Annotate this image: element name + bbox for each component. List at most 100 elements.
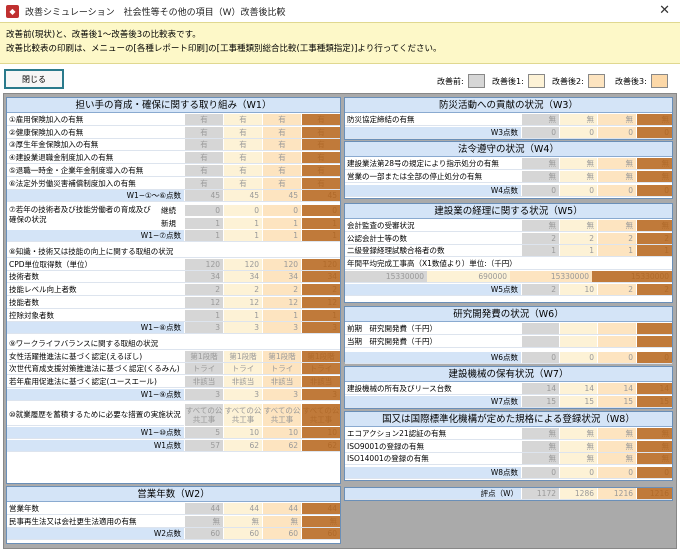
value-cell-2: 無 [597, 114, 636, 125]
value-cell-0: 無 [184, 515, 223, 527]
value-cell-3: 2 [636, 283, 672, 295]
info-line-2: 改善比較表の印刷は、メニューの[各種レポート印刷]の[工事種類別総合比較(工事種… [6, 44, 442, 54]
row-label: ④建設業退職金制度加入の有無 [9, 153, 114, 163]
w5-title: 建設業の経理に関する状況（W5） [345, 204, 672, 219]
w1-title: 担い手の育成・確保に関する取り組み（W1） [7, 98, 340, 113]
w1-item-row: ④建設業退職金制度加入の有無有有有有 [7, 152, 340, 165]
legend-before-swatch [467, 74, 485, 88]
row-label: W1点数 [153, 441, 181, 451]
value-cell-2: 0 [597, 467, 636, 479]
row-label: 営業年数 [9, 504, 39, 513]
row-label: 建設機械の所有及びリース台数 [347, 384, 452, 393]
value-cell-1: 62 [223, 440, 262, 452]
value-cell-0: 45 [184, 190, 223, 202]
w1-wakate-row: 1 1 1 1 新規 [7, 217, 340, 230]
w5-item-row: 公認会計士等の数 2 2 2 2 [345, 232, 672, 245]
close-button[interactable]: 閉じる [4, 69, 64, 89]
row-label: W4点数 [490, 186, 518, 196]
value-cell-3: 1216 [636, 488, 672, 499]
value-cell-0: 有 [184, 139, 223, 151]
info-line-1: 改善前(現状)と、改善後1〜改善後3の比較表です。 [6, 30, 201, 40]
value-cell-1: 3 [223, 322, 262, 334]
w8-total-row: W8点数 0 0 0 0 [345, 467, 672, 480]
w2-title: 営業年数（W2） [7, 487, 340, 502]
row-label: ISO9001の登録の有無 [347, 441, 424, 451]
window-close-icon[interactable]: ✕ [659, 3, 670, 18]
legend-after2-label: 改善後2: [552, 76, 584, 86]
row-label: 当期 研究開発費（千円） [347, 336, 437, 346]
value-cell-1: 有 [223, 152, 262, 164]
w3-title: 防災活動への貢献の状況（W3） [345, 98, 672, 113]
value-cell-0: 60 [184, 528, 223, 540]
w1-wakate-sublabel: 新規 [161, 219, 176, 229]
w8-panel: 国又は国際標準化機構が定めた規格による登録状況（W8） エコアクション21認証の… [344, 411, 673, 481]
value-cell-2: 12 [262, 296, 301, 308]
value-cell-2: 有 [262, 177, 301, 189]
value-cell-2: 無 [597, 158, 636, 169]
value-cell-0: 2 [521, 232, 559, 244]
value-cell-2: 無 [597, 428, 636, 439]
row-label: W1−①〜⑥点数 [126, 191, 181, 201]
value-cell-2: 有 [262, 126, 301, 138]
row-label: W6点数 [490, 353, 518, 363]
value-cell-1 [559, 335, 597, 347]
row-label: W7点数 [490, 396, 518, 406]
w1-sum8-row: W1−⑧点数 3 3 3 3 [7, 322, 340, 335]
value-cell-1: 1286 [559, 488, 597, 499]
value-cell-3: 62 [301, 440, 340, 452]
w1-item-row: ⑥法定外労働災害補償制度加入の有無有有有有 [7, 177, 340, 190]
w7-panel: 建設機械の保有状況（W7） 建設機械の所有及びリース台数 14 14 14 14 W7点数… [344, 366, 673, 409]
value-cell-3: 2 [636, 232, 672, 244]
value-cell-1: 0 [559, 126, 597, 138]
value-cell-2: 0 [597, 126, 636, 138]
value-cell-2: 45 [262, 190, 301, 202]
w1-wakate-row: 0 0 0 0 継続 [7, 204, 340, 217]
w8-item-row: ISO14001の登録の有無無無無無 [345, 453, 672, 466]
w5-panel: 建設業の経理に関する状況（W5） 会計監査の受審状況無無無無公認会計士等の数 2 2… [344, 203, 673, 303]
value-cell-2: 1 [262, 217, 301, 229]
value-cell-2: 無 [597, 170, 636, 182]
value-cell-0: 120 [184, 258, 223, 270]
legend-after1-label: 改善後1: [492, 76, 524, 86]
w1-panel: 担い手の育成・確保に関する取り組み（W1） ①雇用保険加入の有無有有有有 ②健康保… [6, 97, 341, 484]
value-cell-3: 無 [636, 440, 672, 452]
value-cell-3: 1 [301, 217, 340, 229]
legend-after1-swatch [527, 74, 545, 88]
value-cell-3: 有 [301, 152, 340, 164]
row-label: W3点数 [490, 127, 518, 137]
w2-item-row: 営業年数 44 44 44 44 [7, 503, 340, 515]
row-label: ⑥法定外労働災害補償制度加入の有無 [9, 178, 136, 188]
legend-after2: 改善後2: [552, 73, 605, 89]
value-cell-3: 無 [636, 453, 672, 465]
w1-wlb-row: 次世代育成支援対策推進法に基づく認定(くるみん) トライ トライ トライ トライ [7, 363, 340, 376]
legend-after3-swatch [650, 74, 668, 88]
value-cell-3 [636, 323, 672, 334]
value-cell-2: 0 [597, 352, 636, 364]
value-cell-3: 無 [636, 428, 672, 439]
w5-item-row: 二級登録経理試験合格者の数 1 1 1 1 [345, 245, 672, 258]
row-label: W8点数 [490, 468, 518, 478]
value-cell-0: 有 [184, 177, 223, 189]
legend-before: 改善前: [437, 73, 485, 89]
w2-item-row: 民事再生法又は会社更生法適用の有無無無無無 [7, 515, 340, 528]
value-cell-3: トライ [301, 363, 340, 375]
value-cell-0: トライ [184, 363, 223, 375]
value-cell-3: 12 [301, 296, 340, 308]
w4-item-row: 建設業法第28号の規定により指示処分の有無無無無無 [345, 158, 672, 170]
value-cell-2: 14 [597, 383, 636, 394]
value-cell-1: 1 [559, 245, 597, 257]
w3-panel: 防災活動への貢献の状況（W3） 防災協定締結の有無無無無無 W3点数 0 0 0 0 [344, 97, 673, 140]
w2-panel: 営業年数（W2） 営業年数 44 44 44 44 民事再生法又は会社更生法適用の有無無無… [6, 486, 341, 544]
value-cell-2: 1 [262, 230, 301, 242]
value-cell-0: 無 [521, 220, 559, 231]
value-cell-3: 14 [636, 383, 672, 394]
row-label: 民事再生法又は会社更生法適用の有無 [9, 516, 137, 526]
w5-total-row: W5点数 2 10 2 2 [345, 283, 672, 296]
w5-item-row: 会計監査の受審状況無無無無 [345, 220, 672, 232]
row-label: W1−⑨点数 [140, 389, 181, 399]
value-cell-2: 1216 [597, 488, 636, 499]
value-cell-0: 1 [184, 230, 223, 242]
value-cell-1: 45 [223, 190, 262, 202]
w1-item-row: ②健康保険加入の有無有有有有 [7, 126, 340, 139]
info-banner: 改善前(現状)と、改善後1〜改善後3の比較表です。 改善比較表の印刷は、メニュー… [0, 22, 680, 64]
